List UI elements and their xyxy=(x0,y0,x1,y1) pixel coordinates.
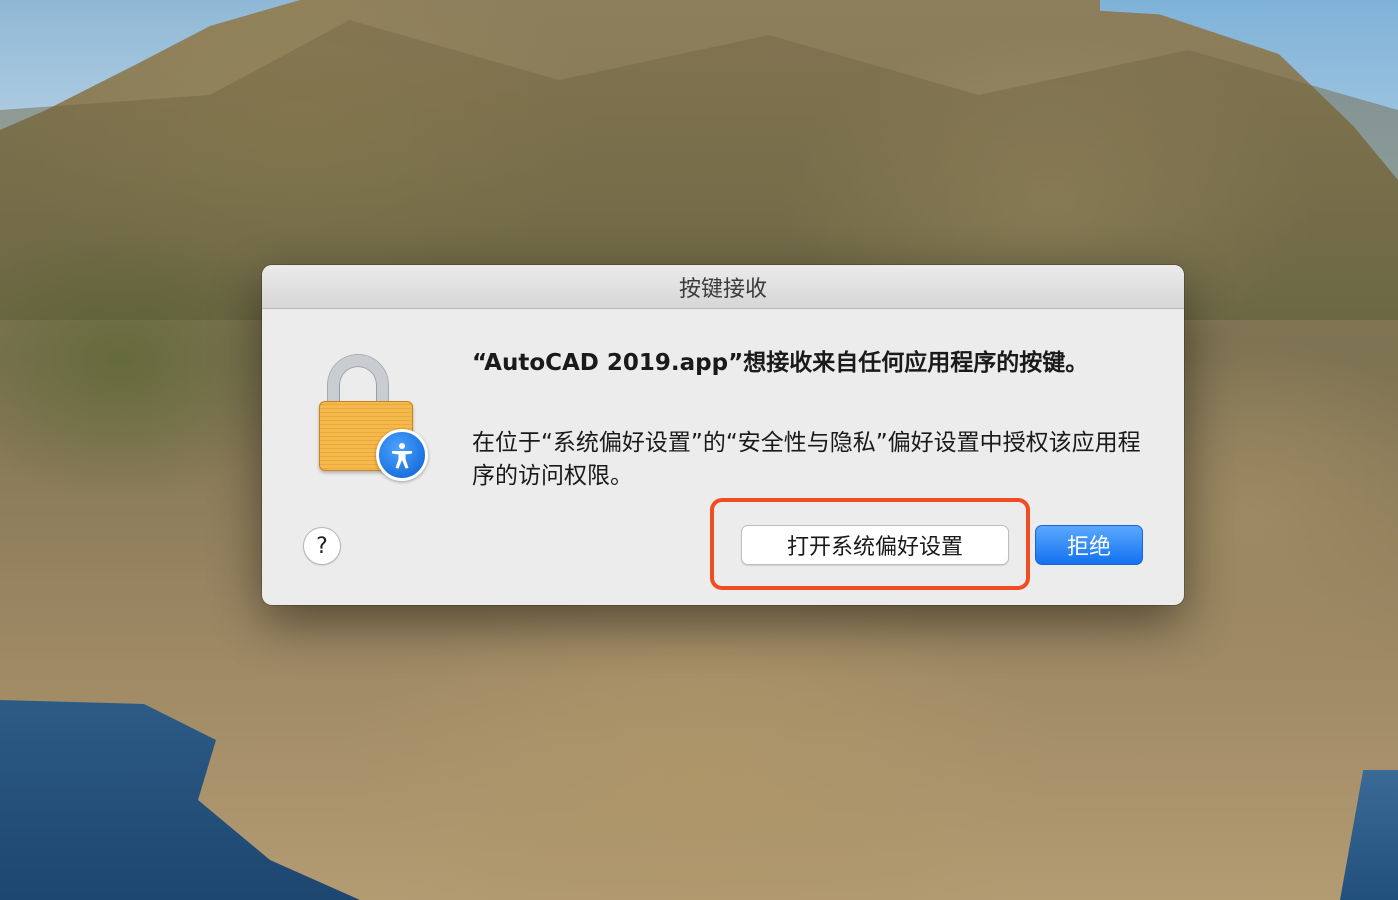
keystroke-permission-dialog: 按键接收 “AutoCAD 2019.app”想接收来自任何应用程序的按键。 在… xyxy=(262,265,1184,605)
open-system-preferences-button[interactable]: 打开系统偏好设置 xyxy=(741,525,1009,565)
lock-icon xyxy=(314,349,434,481)
wallpaper-sea-right xyxy=(1340,770,1398,900)
help-button[interactable]: ? xyxy=(303,527,341,565)
wallpaper-sea-left xyxy=(0,700,360,900)
accessibility-icon xyxy=(376,429,428,481)
dialog-message: 在位于“系统偏好设置”的“安全性与隐私”偏好设置中授权该应用程序的访问权限。 xyxy=(472,430,1141,489)
dialog-titlebar: 按键接收 xyxy=(262,265,1184,309)
dialog-title: 按键接收 xyxy=(678,276,767,302)
deny-button[interactable]: 拒绝 xyxy=(1035,525,1143,565)
dialog-heading: “AutoCAD 2019.app”想接收来自任何应用程序的按键。 xyxy=(472,350,1089,376)
